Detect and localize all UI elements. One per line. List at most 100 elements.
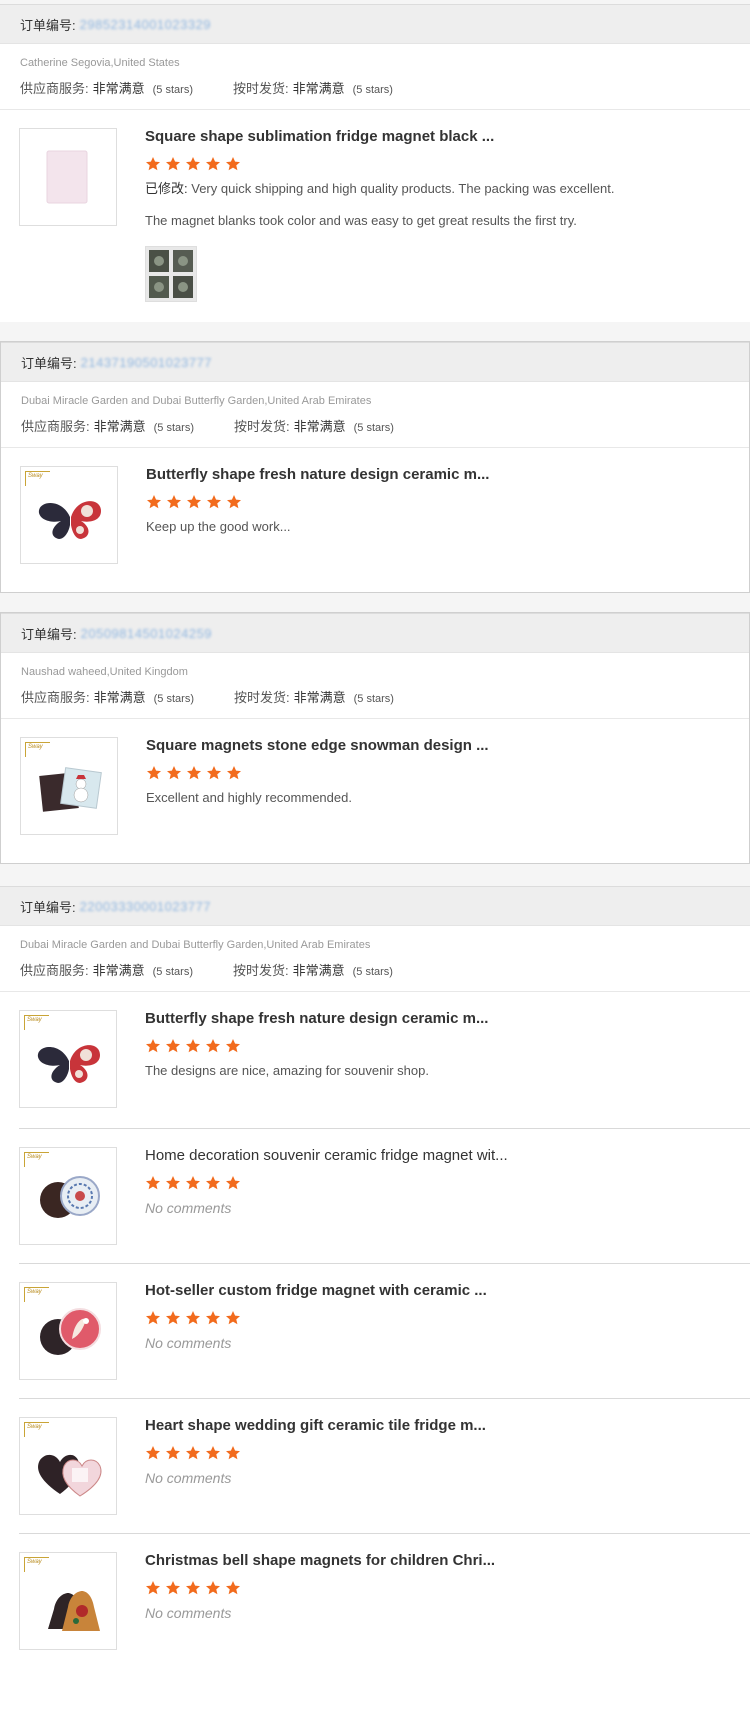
white-square-magnet-icon[interactable]	[19, 128, 117, 226]
review-item: Sway Butterfly shape fresh nature design…	[19, 992, 750, 1128]
star-icon	[226, 1581, 240, 1595]
star-icon	[206, 1176, 220, 1190]
supplier-service-label: 供应商服务:	[21, 690, 90, 705]
butterfly-magnet-icon[interactable]: Sway	[20, 466, 118, 564]
star-icon	[206, 1581, 220, 1595]
on-time-shipping-label: 按时发货:	[232, 963, 289, 978]
supplier-service-label: 供应商服务:	[21, 419, 90, 434]
order-card: 订单编号: 20509814501024259 Naushad waheed,U…	[0, 612, 750, 864]
no-comments: No comments	[145, 1605, 232, 1621]
on-time-shipping-stars: (5 stars)	[352, 966, 393, 978]
star-icon	[166, 1581, 180, 1595]
order-header: 订单编号: 22003330001023777	[0, 886, 750, 926]
star-icon	[187, 766, 201, 780]
star-rating	[145, 1310, 750, 1326]
star-rating	[145, 1038, 750, 1054]
modified-comment: Very quick shipping and high quality pro…	[191, 181, 615, 196]
review-comment: Excellent and highly recommended.	[146, 790, 352, 805]
heart-magnet-icon[interactable]: Sway	[19, 1417, 117, 1515]
on-time-shipping-label: 按时发货:	[232, 81, 289, 96]
bell-magnet-icon[interactable]: Sway	[19, 1552, 117, 1650]
order-card: 订单编号: 29852314001023329 Catherine Segovi…	[0, 4, 750, 322]
star-icon	[146, 1446, 160, 1460]
star-icon	[146, 157, 160, 171]
star-icon	[206, 1039, 220, 1053]
on-time-shipping-rating: 按时发货: 非常满意 (5 stars)	[234, 416, 394, 435]
product-title[interactable]: Square shape sublimation fridge magnet b…	[145, 128, 750, 146]
customer-name: Naushad waheed,United Kingdom	[21, 666, 188, 678]
review-content: Christmas bell shape magnets for childre…	[145, 1552, 750, 1650]
review-comment: Keep up the good work...	[146, 519, 291, 534]
order-header: 订单编号: 20509814501024259	[1, 613, 749, 653]
order-number-label: 订单编号:	[21, 626, 77, 642]
star-icon	[166, 157, 180, 171]
star-icon	[166, 1446, 180, 1460]
product-title[interactable]: Home decoration souvenir ceramic fridge …	[145, 1147, 750, 1165]
review-content: Butterfly shape fresh nature design cera…	[146, 466, 749, 564]
on-time-shipping-label: 按时发货:	[233, 690, 290, 705]
order-info: Naushad waheed,United Kingdom 供应商服务: 非常满…	[1, 653, 749, 719]
customer-name: Dubai Miracle Garden and Dubai Butterfly…	[20, 939, 371, 951]
round-mandala-magnet-icon[interactable]: Sway	[19, 1147, 117, 1245]
review-item: Sway Heart shape wedding gift ceramic ti…	[19, 1398, 750, 1533]
star-icon	[186, 1311, 200, 1325]
product-title[interactable]: Hot-seller custom fridge magnet with cer…	[145, 1282, 750, 1300]
product-title[interactable]: Heart shape wedding gift ceramic tile fr…	[145, 1417, 750, 1435]
review-item: Square shape sublimation fridge magnet b…	[19, 110, 750, 322]
product-title[interactable]: Christmas bell shape magnets for childre…	[145, 1552, 750, 1570]
review-content: Square magnets stone edge snowman design…	[146, 737, 749, 835]
customer-name: Catherine Segovia,United States	[20, 57, 180, 69]
star-icon	[226, 1039, 240, 1053]
supplier-service-stars: (5 stars)	[152, 84, 193, 96]
order-header: 订单编号: 29852314001023329	[0, 4, 750, 44]
star-icon	[167, 766, 181, 780]
round-floral-magnet-icon[interactable]: Sway	[19, 1282, 117, 1380]
product-title[interactable]: Butterfly shape fresh nature design cera…	[145, 1010, 750, 1028]
supplier-service-label: 供应商服务:	[20, 81, 89, 96]
order-ratings: 供应商服务: 非常满意 (5 stars) 按时发货: 非常满意 (5 star…	[21, 687, 729, 706]
star-icon	[166, 1311, 180, 1325]
order-ratings: 供应商服务: 非常满意 (5 stars) 按时发货: 非常满意 (5 star…	[20, 960, 730, 979]
on-time-shipping-value: 非常满意	[293, 419, 346, 434]
on-time-shipping-value: 非常满意	[292, 963, 345, 978]
star-rating	[145, 1175, 750, 1191]
order-ratings: 供应商服务: 非常满意 (5 stars) 按时发货: 非常满意 (5 star…	[21, 416, 729, 435]
order-number[interactable]: 20509814501024259	[81, 626, 212, 641]
review-content: Home decoration souvenir ceramic fridge …	[145, 1147, 750, 1245]
star-icon	[166, 1039, 180, 1053]
review-item: Sway Hot-seller custom fridge magnet wit…	[19, 1263, 750, 1398]
supplier-service-value: 非常满意	[92, 81, 145, 96]
review-item: Sway Christmas bell shape magnets for ch…	[19, 1533, 750, 1668]
supplier-service-rating: 供应商服务: 非常满意 (5 stars)	[21, 416, 194, 435]
order-number[interactable]: 22003330001023777	[80, 899, 211, 914]
star-rating	[146, 765, 749, 781]
order-card: 订单编号: 21437190501023777 Dubai Miracle Ga…	[0, 341, 750, 593]
supplier-service-value: 非常满意	[93, 690, 146, 705]
order-header: 订单编号: 21437190501023777	[1, 342, 749, 382]
star-icon	[146, 1039, 160, 1053]
star-icon	[227, 495, 241, 509]
star-rating	[145, 156, 750, 172]
product-title[interactable]: Butterfly shape fresh nature design cera…	[146, 466, 749, 484]
star-rating	[145, 1580, 750, 1596]
order-card: 订单编号: 22003330001023777 Dubai Miracle Ga…	[0, 886, 750, 1728]
on-time-shipping-label: 按时发货:	[233, 419, 290, 434]
supplier-service-stars: (5 stars)	[152, 966, 193, 978]
star-icon	[186, 1176, 200, 1190]
order-info: Dubai Miracle Garden and Dubai Butterfly…	[0, 926, 750, 992]
review-content: Butterfly shape fresh nature design cera…	[145, 1010, 750, 1108]
snowman-square-magnet-icon[interactable]: Sway	[20, 737, 118, 835]
star-icon	[186, 157, 200, 171]
customer-photo-icon[interactable]	[145, 246, 197, 302]
star-icon	[186, 1446, 200, 1460]
modified-label: 已修改:	[145, 181, 188, 196]
order-number[interactable]: 29852314001023329	[80, 17, 211, 32]
product-title[interactable]: Square magnets stone edge snowman design…	[146, 737, 749, 755]
order-number[interactable]: 21437190501023777	[81, 355, 212, 370]
supplier-service-label: 供应商服务:	[20, 963, 89, 978]
star-icon	[226, 1176, 240, 1190]
star-rating	[145, 1445, 750, 1461]
butterfly-magnet-icon[interactable]: Sway	[19, 1010, 117, 1108]
on-time-shipping-stars: (5 stars)	[352, 84, 393, 96]
customer-name: Dubai Miracle Garden and Dubai Butterfly…	[21, 395, 372, 407]
